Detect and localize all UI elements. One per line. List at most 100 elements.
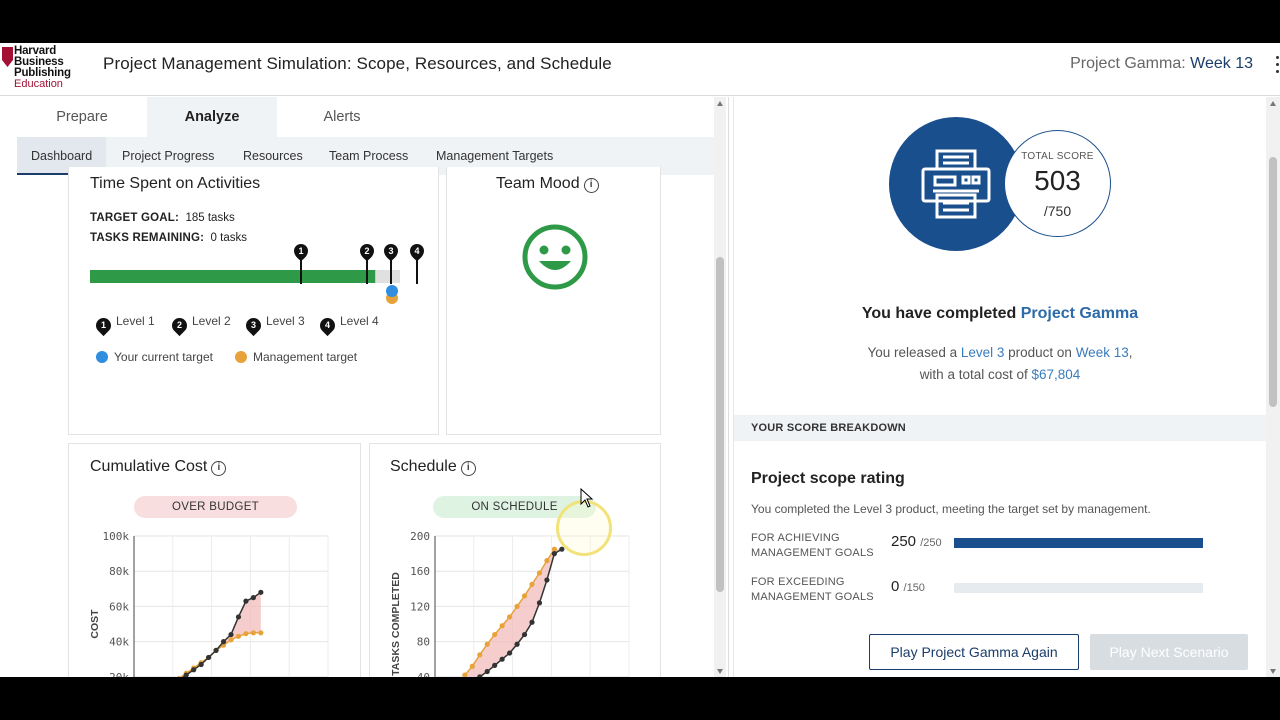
- y-tick-label: 80: [417, 636, 430, 649]
- scroll-down-icon[interactable]: [717, 669, 723, 674]
- level-marker-label: 1: [298, 246, 303, 256]
- achieving-score-value: 250: [891, 533, 917, 550]
- level-3-pin-icon: 3: [242, 314, 265, 337]
- y-tick-label: 120: [410, 600, 430, 613]
- completion-project: Project Gamma: [1020, 305, 1139, 322]
- right-scrollbar[interactable]: [1266, 97, 1280, 677]
- app-title: Project Management Simulation: Scope, Re…: [103, 54, 612, 73]
- data-point: [243, 598, 249, 604]
- cursor-highlight: [556, 500, 612, 556]
- info-icon[interactable]: i: [460, 461, 476, 476]
- data-point: [529, 581, 535, 587]
- progress-fill: [90, 270, 376, 283]
- time-card-title: Time Spent on Activities: [90, 175, 261, 192]
- y-tick-label: 100k: [103, 530, 130, 543]
- data-point: [228, 637, 234, 643]
- data-point: [220, 639, 227, 645]
- series-line-management-target: [179, 632, 261, 677]
- score-panel: TOTAL SCORE 503 /750 You have completed …: [734, 97, 1266, 677]
- scroll-up-icon[interactable]: [1270, 101, 1276, 106]
- harvard-shield-icon: [2, 47, 13, 67]
- y-axis-label: COST: [89, 609, 101, 639]
- achieving-goals-label: FOR ACHIEVING MANAGEMENT GOALS: [751, 531, 874, 561]
- printer-icon: [921, 149, 991, 219]
- data-point: [235, 614, 242, 620]
- data-point: [250, 595, 256, 601]
- team-mood-title: Team Mood i: [496, 175, 599, 193]
- data-point: [258, 630, 264, 636]
- app-header: Harvard Business Publishing Education Pr…: [0, 43, 1280, 96]
- total-cost-prefix: with a total cost of: [919, 367, 1032, 382]
- total-score-value: 503: [1034, 165, 1081, 196]
- project-label: Project Gamma:: [1070, 55, 1186, 72]
- level-marker-label: 3: [388, 246, 393, 256]
- over-budget-badge: OVER BUDGET: [134, 496, 297, 518]
- left-scrollbar[interactable]: [714, 97, 726, 677]
- scroll-down-icon[interactable]: [1270, 669, 1276, 674]
- play-again-button[interactable]: Play Project Gamma Again: [869, 634, 1079, 670]
- app-window: Harvard Business Publishing Education Pr…: [0, 43, 1280, 677]
- target-goal-value: 185 tasks: [185, 212, 235, 224]
- dashboard-panel: Prepare Analyze Alerts Dashboard Project…: [0, 97, 714, 677]
- legend-management-label: Management target: [253, 350, 358, 364]
- data-point: [514, 641, 520, 647]
- data-point: [235, 633, 242, 639]
- level-2-pin-icon: 2: [168, 314, 191, 337]
- scroll-up-icon[interactable]: [717, 101, 723, 106]
- y-axis-label: TASKS COMPLETED: [390, 572, 402, 676]
- data-point: [258, 589, 264, 595]
- scope-rating-description: You completed the Level 3 product, meeti…: [751, 502, 1151, 516]
- smiling-face-icon: [522, 224, 588, 290]
- release-summary: You released a Level 3 product on Week 1…: [734, 342, 1266, 386]
- legend-management-target: Management target: [235, 350, 357, 364]
- schedule-chart: 0.04080120160200TASKS COMPLETED: [390, 530, 630, 677]
- level-4-pin-icon: 4: [316, 314, 339, 337]
- cost-card-title: Cumulative Cost i: [90, 458, 227, 476]
- data-point: [536, 600, 543, 606]
- play-next-scenario-button[interactable]: Play Next Scenario: [1090, 634, 1248, 670]
- data-point: [206, 654, 212, 661]
- schedule-card: Schedulei ON SCHEDULE 0.04080120160200TA…: [369, 443, 661, 677]
- data-point: [469, 663, 475, 669]
- data-point: [492, 662, 498, 668]
- management-target-dot-icon: [235, 351, 247, 363]
- release-suffix: ,: [1128, 345, 1133, 360]
- exceeding-goals-score: 0 /150: [891, 578, 925, 595]
- data-point: [213, 647, 219, 653]
- data-point: [499, 656, 505, 662]
- legend-level-4-label: Level 4: [340, 314, 379, 328]
- achieving-label-2: MANAGEMENT GOALS: [751, 547, 874, 559]
- info-icon[interactable]: i: [211, 461, 227, 476]
- achieving-goals-bar: [954, 538, 1203, 548]
- y-tick-label: 200: [410, 530, 430, 543]
- schedule-card-title-text: Schedule: [390, 458, 457, 475]
- legend-current-target: Your current target: [96, 350, 213, 364]
- y-tick-label: 40: [417, 671, 430, 677]
- score-badge: [889, 117, 1023, 251]
- release-level: Level 3: [960, 345, 1005, 360]
- scope-rating-title: Project scope rating: [751, 470, 905, 487]
- release-mid: product on: [1004, 345, 1076, 360]
- level-marker-label: 4: [414, 246, 419, 256]
- tab-alerts[interactable]: Alerts: [277, 97, 407, 137]
- logo-line-4: Education: [14, 78, 63, 90]
- team-mood-title-text: Team Mood: [496, 175, 580, 192]
- left-scroll-thumb[interactable]: [716, 257, 724, 592]
- achieving-score-max: /250: [920, 537, 942, 549]
- current-target-marker: [386, 285, 398, 297]
- data-point: [477, 652, 483, 658]
- more-menu-icon[interactable]: [1276, 56, 1280, 76]
- project-week-indicator: Project Gamma: Week 13: [1070, 55, 1253, 73]
- data-point: [551, 551, 557, 557]
- y-tick-label: 60k: [109, 600, 129, 613]
- tab-prepare[interactable]: Prepare: [17, 97, 147, 137]
- data-point: [250, 630, 256, 636]
- tab-analyze[interactable]: Analyze: [147, 97, 277, 137]
- current-target-dot-icon: [96, 351, 108, 363]
- info-icon[interactable]: i: [583, 178, 599, 193]
- data-point: [484, 641, 490, 647]
- right-scroll-thumb[interactable]: [1269, 157, 1277, 407]
- score-breakdown-header: YOUR SCORE BREAKDOWN: [734, 415, 1266, 441]
- y-tick-label: 80k: [109, 565, 129, 578]
- time-spent-card: Time Spent on Activities TARGET GOAL: 18…: [68, 167, 439, 435]
